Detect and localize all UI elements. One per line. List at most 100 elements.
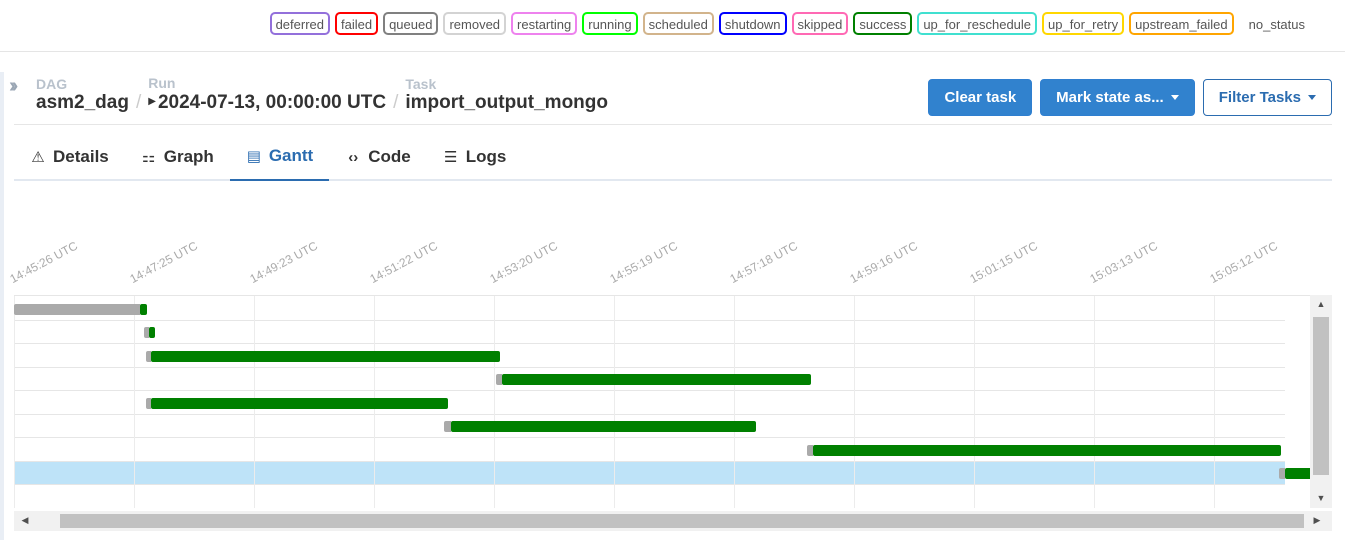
legend-no-status[interactable]: no_status — [1242, 12, 1311, 35]
tab-label: Details — [53, 147, 109, 166]
breadcrumb-task[interactable]: Task import_output_mongo — [405, 77, 608, 114]
header-divider — [14, 124, 1332, 125]
scroll-left-icon[interactable]: ◀ — [14, 515, 36, 526]
task-duration-bar[interactable] — [1284, 468, 1310, 479]
breadcrumb-run[interactable]: Run ▶ 2024-07-13, 00:00:00 UTC — [148, 76, 386, 114]
queued-bar[interactable] — [444, 421, 452, 432]
tab-label: Graph — [163, 147, 214, 166]
legend-running[interactable]: running — [582, 12, 638, 35]
time-tick-label: 14:55:19 UTC — [607, 238, 680, 286]
queued-bar[interactable] — [14, 303, 141, 315]
task-duration-bar[interactable] — [140, 303, 147, 315]
run-label: Run — [148, 75, 176, 91]
dag-value[interactable]: asm2_dag — [36, 92, 129, 114]
task-actions: Clear task Mark state as... Filter Tasks — [928, 79, 1332, 116]
queued-bar[interactable] — [145, 397, 151, 409]
tab-logs[interactable]: ☰ Logs — [427, 133, 523, 181]
horizontal-scroll-thumb[interactable] — [60, 514, 1304, 528]
task-label: Task — [405, 76, 437, 92]
gantt-chart: 14:45:26 UTC 14:47:25 UTC 14:49:23 UTC 14:5… — [7, 190, 1332, 532]
legend-shutdown[interactable]: shutdown — [718, 12, 787, 35]
dag-label: DAG — [36, 76, 68, 92]
filter-tasks-button[interactable]: Filter Tasks — [1202, 79, 1332, 116]
scroll-up-icon[interactable]: ▲ — [1310, 299, 1332, 309]
gantt-time-axis: 14:45:26 UTC 14:47:25 UTC 14:49:23 UTC 14:5… — [7, 190, 1285, 295]
grid-line — [1214, 296, 1215, 508]
queued-bar[interactable] — [145, 350, 151, 362]
scroll-down-icon[interactable]: ▼ — [1310, 493, 1332, 503]
time-tick-label: 14:45:26 UTC — [7, 238, 80, 286]
filter-tasks-label: Filter Tasks — [1218, 89, 1301, 106]
run-value[interactable]: 2024-07-13, 00:00:00 UTC — [158, 92, 386, 113]
grid-line — [134, 296, 136, 508]
mark-state-button[interactable]: Mark state as... — [1040, 79, 1195, 116]
queued-bar[interactable] — [1278, 468, 1285, 479]
grid-line — [974, 296, 976, 508]
legend-scheduled[interactable]: scheduled — [642, 12, 714, 35]
time-tick-label: 15:03:13 UTC — [1087, 238, 1160, 286]
tab-label: Code — [368, 147, 411, 166]
legend-removed[interactable]: removed — [443, 12, 507, 35]
tab-graph[interactable]: ⚏ Graph — [125, 133, 230, 181]
tab-label: Logs — [465, 147, 507, 166]
sidebar-strip — [0, 72, 4, 540]
grid-line — [614, 296, 615, 508]
legend-queued[interactable]: queued — [383, 12, 439, 35]
task-duration-bar[interactable] — [451, 421, 756, 432]
task-duration-bar[interactable] — [148, 327, 155, 338]
clear-task-button[interactable]: Clear task — [928, 79, 1033, 116]
legend-up-for-retry[interactable]: up_for_retry — [1042, 12, 1125, 35]
time-tick-label: 14:49:23 UTC — [247, 238, 320, 286]
chevron-down-icon — [1170, 95, 1179, 100]
scroll-right-icon[interactable]: ▶ — [1306, 515, 1328, 526]
gantt-plot — [14, 295, 1310, 508]
legend-up-for-reschedule[interactable]: up_for_reschedule — [917, 12, 1038, 35]
state-legend: deferred failed queued removed restarting run… — [0, 0, 1345, 52]
tab-gantt[interactable]: ▤ Gantt — [229, 133, 330, 181]
grid-line — [853, 296, 855, 508]
breadcrumb-dag[interactable]: DAG asm2_dag — [36, 77, 129, 114]
time-tick-label: 14:57:18 UTC — [727, 238, 801, 286]
time-tick-label: 14:47:25 UTC — [127, 238, 201, 286]
vertical-scroll-thumb[interactable] — [1313, 317, 1329, 475]
time-tick-label: 15:05:12 UTC — [1207, 238, 1280, 286]
grid-line — [734, 296, 736, 508]
tab-code[interactable]: ‹› Code — [329, 133, 427, 181]
tab-label: Gantt — [268, 146, 314, 165]
tab-details[interactable]: ⚠ Details — [14, 133, 125, 181]
task-duration-bar[interactable] — [150, 350, 500, 362]
task-duration-bar[interactable] — [501, 374, 812, 385]
mark-state-label: Mark state as... — [1056, 89, 1164, 106]
legend-success[interactable]: success — [853, 12, 913, 35]
graph-icon: ⚏ — [142, 149, 156, 166]
warning-icon: ⚠ — [31, 149, 45, 166]
legend-restarting[interactable]: restarting — [511, 12, 578, 35]
vertical-scrollbar[interactable]: ▲ ▼ — [1310, 295, 1332, 508]
task-value[interactable]: import_output_mongo — [405, 92, 608, 114]
horizontal-scrollbar[interactable]: ◀ ▶ — [14, 511, 1332, 531]
legend-failed[interactable]: failed — [334, 12, 379, 35]
breadcrumb: DAG asm2_dag / Run ▶ 2024-07-13, 00:00:00… — [36, 76, 608, 114]
run-value-wrap[interactable]: ▶ 2024-07-13, 00:00:00 UTC — [148, 91, 386, 114]
legend-upstream-failed[interactable]: upstream_failed — [1129, 12, 1234, 35]
clear-task-label: Clear task — [944, 89, 1017, 106]
expand-sidebar-icon[interactable]: ›› — [9, 75, 19, 98]
code-icon: ‹› — [348, 148, 359, 166]
queued-bar[interactable] — [143, 327, 149, 338]
time-tick-label: 14:59:16 UTC — [847, 238, 920, 286]
time-tick-label: 15:01:15 UTC — [967, 238, 1041, 286]
task-duration-bar[interactable] — [813, 444, 1281, 456]
breadcrumb-separator: / — [135, 92, 142, 113]
play-icon: ▶ — [148, 96, 156, 107]
time-tick-label: 14:53:20 UTC — [487, 238, 560, 286]
logs-icon: ☰ — [443, 149, 458, 166]
legend-items: deferred failed queued removed restarting run… — [269, 12, 1311, 35]
chevron-down-icon — [1308, 95, 1316, 100]
grid-line — [14, 296, 15, 508]
task-tabs: ⚠ Details ⚏ Graph ▤ Gantt ‹› Code ☰ Logs — [14, 133, 1332, 181]
grid-line — [493, 296, 495, 508]
task-duration-bar[interactable] — [150, 397, 449, 409]
legend-skipped[interactable]: skipped — [791, 12, 849, 35]
legend-deferred[interactable]: deferred — [269, 12, 330, 35]
queued-bar[interactable] — [495, 374, 502, 385]
